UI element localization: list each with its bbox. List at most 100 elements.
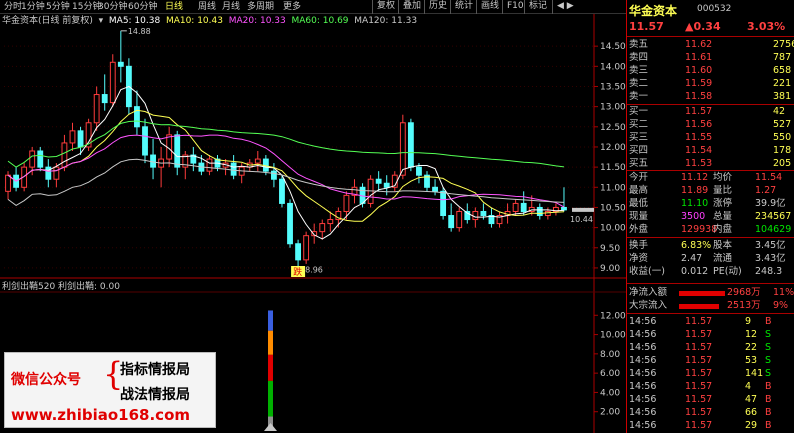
ma60-legend: MA60: 10.69 — [291, 16, 349, 26]
sep-ticks — [627, 313, 794, 314]
candle-body-0 — [5, 174, 11, 192]
stat2-row-1-cell-3: 3.43亿 — [755, 253, 786, 264]
candle-body-28 — [230, 162, 237, 176]
candle-body-3 — [29, 150, 36, 168]
ma20-legend: MA20: 10.33 — [228, 16, 286, 26]
tick-row-2-cell-3: S — [765, 342, 772, 353]
tick-row-6-cell-3: B — [765, 394, 772, 405]
low-label: 8.96 — [305, 266, 323, 275]
period-tab-8[interactable]: 月线 — [222, 0, 240, 14]
signal-label: 跌 — [293, 267, 302, 278]
ytick-label-9: 10.00 — [600, 224, 626, 234]
candle-body-49 — [399, 122, 406, 176]
signal-bar-seg-3 — [268, 380, 273, 417]
ytick-label-3: 13.00 — [600, 103, 626, 113]
ytick-label-5: 12.00 — [600, 143, 626, 153]
stat-row-4-cell-2: 内盘 — [713, 224, 733, 235]
stat2-row-0-cell-3: 3.45亿 — [755, 240, 786, 251]
period-tab-0[interactable]: 分时 — [4, 0, 22, 14]
ytick-label-1: 14.00 — [600, 62, 626, 72]
bid-row-4: 买五 11.53 205 — [627, 158, 794, 170]
tick-row-5-cell-2: 4 — [745, 381, 752, 392]
stat-row-3-cell-1: 3500 — [681, 211, 706, 222]
candle-body-17 — [142, 126, 148, 156]
sep-bids — [627, 170, 794, 171]
period-tab-5[interactable]: 60分钟 — [128, 0, 157, 14]
candle-body-39 — [319, 223, 326, 233]
candle-body-55 — [448, 215, 455, 229]
candle-body-35 — [287, 202, 293, 245]
tick-row-7-cell-2: 66 — [745, 407, 758, 418]
tick-row-3-cell-3: S — [765, 355, 772, 366]
period-tab-9[interactable]: 多周期 — [247, 0, 274, 14]
bid-row-1-cell-0: 买二 — [629, 119, 649, 130]
ask-row-1: 卖四 11.61 787 — [627, 52, 794, 64]
ind-ytick-label-0: 12.00 — [600, 311, 626, 321]
tick-row-7-cell-3: B — [765, 407, 772, 418]
stat-row-0-cell-2: 均价 — [713, 172, 733, 183]
tick-row-1: 14:56 11.57 12 S — [627, 329, 794, 341]
toolbar-button-0[interactable]: 复权 — [372, 0, 399, 14]
tick-row-1-cell-1: 11.57 — [685, 329, 713, 340]
ask-row-0-cell-0: 卖五 — [629, 39, 649, 50]
ask-row-4-cell-2: 381 — [773, 91, 792, 102]
ind-ytick-label-4: 4.00 — [600, 388, 620, 398]
ask-row-0-cell-2: 2756 — [773, 39, 794, 50]
toolbar-button-6[interactable]: 标记 — [524, 0, 551, 14]
stat2-row-1-cell-1: 2.47 — [681, 253, 703, 264]
indicator-legend: 利剑出鞘520 利剑出鞘: 0.00 — [2, 282, 120, 292]
ask-row-2-cell-1: 11.60 — [685, 65, 713, 76]
candle-body-67 — [544, 210, 551, 217]
tick-row-4-cell-0: 14:56 — [629, 368, 657, 379]
toolbar-scroll-icon[interactable]: ◀ ▶ — [552, 0, 578, 14]
toolbar-button-3[interactable]: 统计 — [450, 0, 477, 14]
period-tab-2[interactable]: 5分钟 — [46, 0, 70, 14]
stat-row-2: 最低 11.10 涨停 39.9亿 — [627, 198, 794, 210]
stat2-row-2-cell-3: 248.3 — [755, 266, 783, 277]
stat-row-0-cell-3: 11.54 — [755, 172, 783, 183]
tick-row-8: 14:56 11.57 29 B — [627, 420, 794, 432]
stat-row-3-cell-2: 总量 — [713, 211, 733, 222]
period-tab-7[interactable]: 周线 — [198, 0, 216, 14]
toolbar-button-1[interactable]: 叠加 — [398, 0, 425, 14]
period-tab-6[interactable]: 日线 — [165, 0, 183, 14]
bid-row-0-cell-2: 42 — [773, 106, 786, 117]
candle-body-59 — [480, 210, 487, 217]
ask-row-2-cell-0: 卖三 — [629, 65, 649, 76]
ask-row-2-cell-2: 658 — [773, 65, 792, 76]
bid-row-0-cell-0: 买一 — [629, 106, 649, 117]
tick-row-8-cell-0: 14:56 — [629, 420, 657, 431]
period-tab-10[interactable]: 更多 — [283, 0, 301, 14]
stock-code: 000532 — [697, 4, 732, 14]
candle-body-64 — [520, 202, 527, 212]
candle-body-14 — [117, 61, 124, 67]
bid-row-0: 买一 11.57 42 — [627, 106, 794, 118]
flow-row-0-cell-2: 11% — [773, 287, 794, 298]
bid-row-1: 买二 11.56 527 — [627, 119, 794, 131]
ind-ytick-label-2: 8.00 — [600, 350, 620, 360]
flow-row-1-cell-1: 2513万 — [727, 300, 761, 311]
tick-row-4-cell-2: 141 — [745, 368, 764, 379]
last-price: 11.57 — [629, 20, 664, 33]
ytick-label-2: 13.50 — [600, 82, 626, 92]
period-tab-4[interactable]: 30分钟 — [98, 0, 127, 14]
tick-row-6: 14:56 11.57 47 B — [627, 394, 794, 406]
flow-row-0-cell-0: 净流入额 — [629, 287, 668, 298]
tick-row-3-cell-1: 11.57 — [685, 355, 713, 366]
stat-row-3: 现量 3500 总量 234567 — [627, 211, 794, 223]
stat2-row-2: 收益(一) 0.012 PE(动) 248.3 — [627, 266, 794, 278]
tick-row-6-cell-0: 14:56 — [629, 394, 657, 405]
stat2-row-0-cell-0: 换手 — [629, 240, 649, 251]
toolbar-button-4[interactable]: 画线 — [476, 0, 503, 14]
candle-body-40 — [327, 219, 334, 225]
signal-bar-seg-0 — [268, 310, 273, 331]
tick-row-7-cell-0: 14:56 — [629, 407, 657, 418]
ytick-label-4: 12.50 — [600, 123, 626, 133]
ind-ytick-label-5: 2.00 — [600, 408, 620, 418]
tick-row-4-cell-1: 11.57 — [685, 368, 713, 379]
candle-body-4 — [37, 150, 44, 168]
tick-row-8-cell-2: 29 — [745, 420, 758, 431]
toolbar-button-2[interactable]: 历史 — [424, 0, 451, 14]
period-tab-1[interactable]: 1分钟 — [21, 0, 45, 14]
candle-body-53 — [432, 186, 438, 192]
